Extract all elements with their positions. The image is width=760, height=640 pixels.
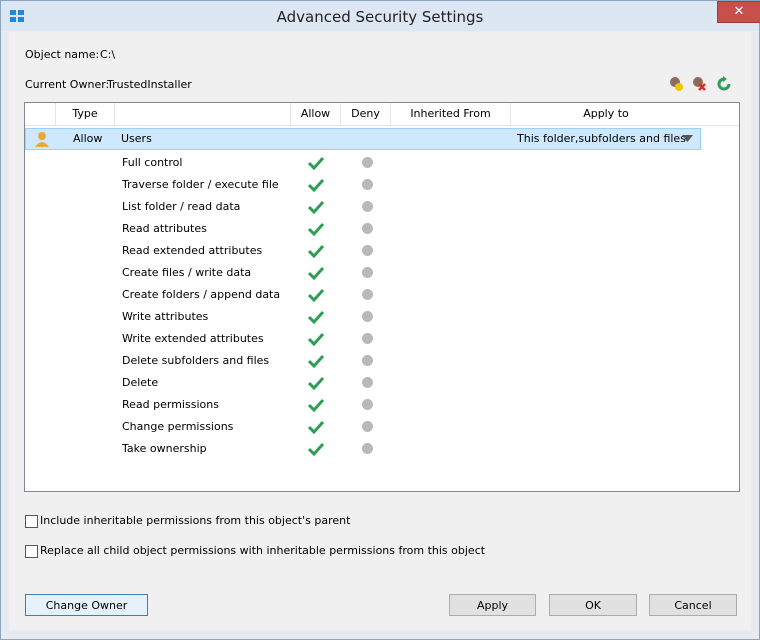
security-settings-window: Advanced Security Settings ✕ Object name… [0, 0, 760, 640]
permission-name: Write extended attributes [122, 332, 264, 345]
permission-name: Delete [122, 376, 159, 389]
title-bar: Advanced Security Settings ✕ [1, 1, 760, 31]
close-button[interactable]: ✕ [717, 1, 760, 23]
permission-name: Read permissions [122, 398, 219, 411]
allow-check-icon[interactable] [308, 222, 324, 236]
allow-check-icon[interactable] [308, 332, 324, 346]
current-owner-value: TrustedInstaller [107, 78, 192, 91]
remove-user-icon[interactable] [690, 75, 708, 93]
entry-principal: Users [121, 132, 152, 145]
permission-name: Take ownership [122, 442, 207, 455]
header-icon-column [25, 103, 56, 125]
deny-indicator[interactable] [362, 443, 373, 454]
permission-name: Create folders / append data [122, 288, 281, 301]
allow-check-icon[interactable] [308, 398, 324, 412]
permission-name: Full control [122, 156, 183, 169]
deny-indicator[interactable] [362, 157, 373, 168]
replace-child-checkbox[interactable] [25, 545, 38, 558]
cancel-button[interactable]: Cancel [649, 594, 737, 616]
apply-to-dropdown[interactable]: This folder,subfolders and files [517, 129, 686, 149]
add-user-icon[interactable] [667, 75, 685, 93]
deny-indicator[interactable] [362, 421, 373, 432]
acl-entry-row[interactable]: Allow Users This folder,subfolders and f… [25, 128, 701, 150]
header-allow[interactable]: Allow [291, 103, 341, 125]
replace-child-label: Replace all child object permissions wit… [40, 544, 486, 557]
allow-check-icon[interactable] [308, 178, 324, 192]
header-inherited-from[interactable]: Inherited From [391, 103, 511, 125]
current-owner-label: Current Owner: [25, 78, 110, 91]
allow-check-icon[interactable] [308, 200, 324, 214]
allow-check-icon[interactable] [308, 420, 324, 434]
header-principal[interactable] [115, 103, 291, 125]
ok-button[interactable]: OK [549, 594, 637, 616]
deny-indicator[interactable] [362, 179, 373, 190]
deny-indicator[interactable] [362, 355, 373, 366]
dialog-content: Object name: C:\ Current Owner: TrustedI… [9, 32, 751, 630]
deny-indicator[interactable] [362, 311, 373, 322]
object-name-value: C:\ [100, 48, 116, 61]
apply-button[interactable]: Apply [449, 594, 536, 616]
allow-check-icon[interactable] [308, 266, 324, 280]
allow-check-icon[interactable] [308, 442, 324, 456]
permission-name: Create files / write data [122, 266, 252, 279]
allow-check-icon[interactable] [308, 156, 324, 170]
deny-indicator[interactable] [362, 223, 373, 234]
list-header: Type Allow Deny Inherited From Apply to [25, 103, 739, 126]
close-icon: ✕ [733, 4, 745, 19]
permission-name: Read extended attributes [122, 244, 263, 257]
permission-name: Traverse folder / execute file [122, 178, 279, 191]
allow-check-icon[interactable] [308, 310, 324, 324]
header-apply-to[interactable]: Apply to [511, 103, 701, 125]
permission-name: Read attributes [122, 222, 207, 235]
allow-check-icon[interactable] [308, 288, 324, 302]
deny-indicator[interactable] [362, 399, 373, 410]
deny-indicator[interactable] [362, 201, 373, 212]
allow-check-icon[interactable] [308, 376, 324, 390]
deny-indicator[interactable] [362, 333, 373, 344]
deny-indicator[interactable] [362, 245, 373, 256]
deny-indicator[interactable] [362, 289, 373, 300]
refresh-icon[interactable] [715, 75, 733, 93]
header-type[interactable]: Type [56, 103, 115, 125]
object-name-label: Object name: [25, 48, 100, 61]
permission-name: Change permissions [122, 420, 234, 433]
permissions-list[interactable]: Type Allow Deny Inherited From Apply to … [24, 102, 740, 492]
allow-check-icon[interactable] [308, 244, 324, 258]
user-icon [35, 132, 49, 147]
permission-name: Delete subfolders and files [122, 354, 270, 367]
deny-indicator[interactable] [362, 267, 373, 278]
permission-name: List folder / read data [122, 200, 241, 213]
include-inheritable-label: Include inheritable permissions from thi… [40, 514, 351, 527]
window-title: Advanced Security Settings [276, 8, 484, 26]
header-deny[interactable]: Deny [341, 103, 391, 125]
entry-type: Allow [73, 132, 103, 145]
permission-name: Write attributes [122, 310, 209, 323]
deny-indicator[interactable] [362, 377, 373, 388]
include-inheritable-checkbox[interactable] [25, 515, 38, 528]
change-owner-button[interactable]: Change Owner [25, 594, 148, 616]
chevron-down-icon[interactable] [682, 135, 693, 143]
allow-check-icon[interactable] [308, 354, 324, 368]
